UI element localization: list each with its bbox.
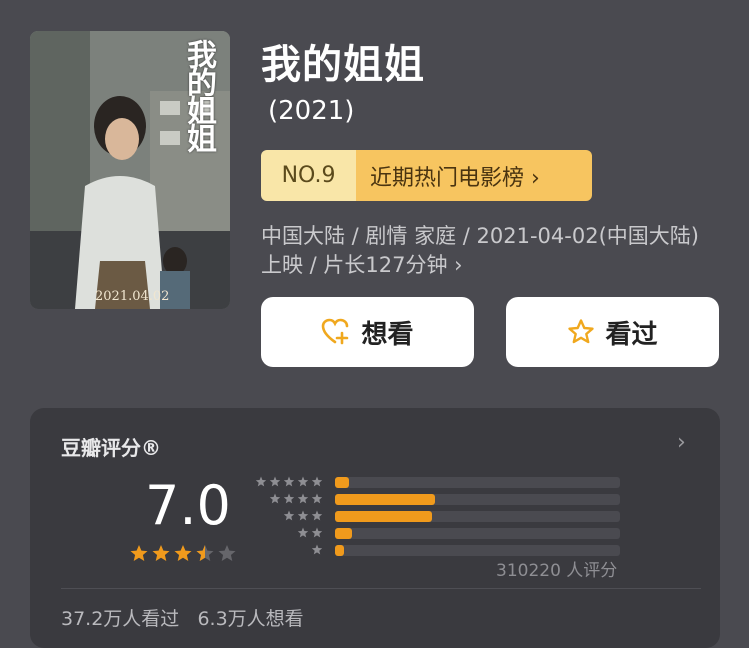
movie-year: (2021)	[268, 96, 355, 126]
bar-fill-2	[335, 528, 353, 539]
bar-fill-4	[335, 494, 435, 505]
divider	[61, 588, 701, 589]
bar-fill-3	[335, 511, 432, 522]
star-full-icon	[174, 545, 192, 561]
watched-count: 37.2万人看过	[61, 608, 180, 630]
seen-label: 看过	[605, 319, 658, 350]
bar-fill-1	[335, 545, 344, 556]
rating-count: 310220 人评分	[496, 561, 618, 581]
wish-count: 6.3万人想看	[197, 608, 304, 630]
rating-header: 豆瓣评分®	[61, 436, 161, 460]
movie-poster[interactable]: 我的姐姐 2021.04.02	[30, 31, 230, 309]
five-stars-icon	[255, 476, 323, 487]
bar-track	[335, 545, 620, 556]
poster-date: 2021.04.02	[95, 289, 170, 304]
chevron-right-icon[interactable]: ›	[677, 430, 686, 455]
rating-score: 7.0	[145, 474, 231, 537]
bar-track	[335, 494, 620, 505]
bar-track	[335, 511, 620, 522]
star-half-icon	[196, 545, 214, 561]
want-to-watch-button[interactable]: 想看	[261, 297, 474, 367]
ranking-number: NO.9	[261, 150, 356, 201]
rating-card[interactable]: 豆瓣评分® › 7.0 310220 人评分 37.2万人看过 6.3万人想看	[30, 408, 720, 648]
bar-fill-5	[335, 477, 350, 488]
ranking-list-link[interactable]: 近期热门电影榜 ›	[356, 150, 592, 201]
want-label: 想看	[361, 319, 414, 350]
movie-meta[interactable]: 中国大陆 / 剧情 家庭 / 2021-04-02(中国大陆) 上映 / 片长1…	[261, 222, 701, 280]
watched-button[interactable]: 看过	[506, 297, 719, 367]
ranking-badge[interactable]: NO.9 近期热门电影榜 ›	[261, 150, 592, 201]
star-full-icon	[152, 545, 170, 561]
bar-track	[335, 528, 620, 539]
poster-title: 我的姐姐	[181, 39, 216, 151]
bar-track	[335, 477, 620, 488]
four-stars-icon	[269, 493, 323, 504]
three-stars-icon	[283, 510, 323, 521]
star-outline-icon	[568, 319, 595, 344]
one-star-icon	[311, 544, 323, 555]
movie-title: 我的姐姐	[261, 42, 425, 88]
watch-stats: 37.2万人看过 6.3万人想看	[61, 604, 304, 631]
star-empty-icon	[218, 545, 236, 561]
two-stars-icon	[297, 527, 323, 538]
star-full-icon	[130, 545, 148, 561]
heart-plus-icon	[322, 318, 349, 345]
rating-stars	[129, 544, 237, 562]
